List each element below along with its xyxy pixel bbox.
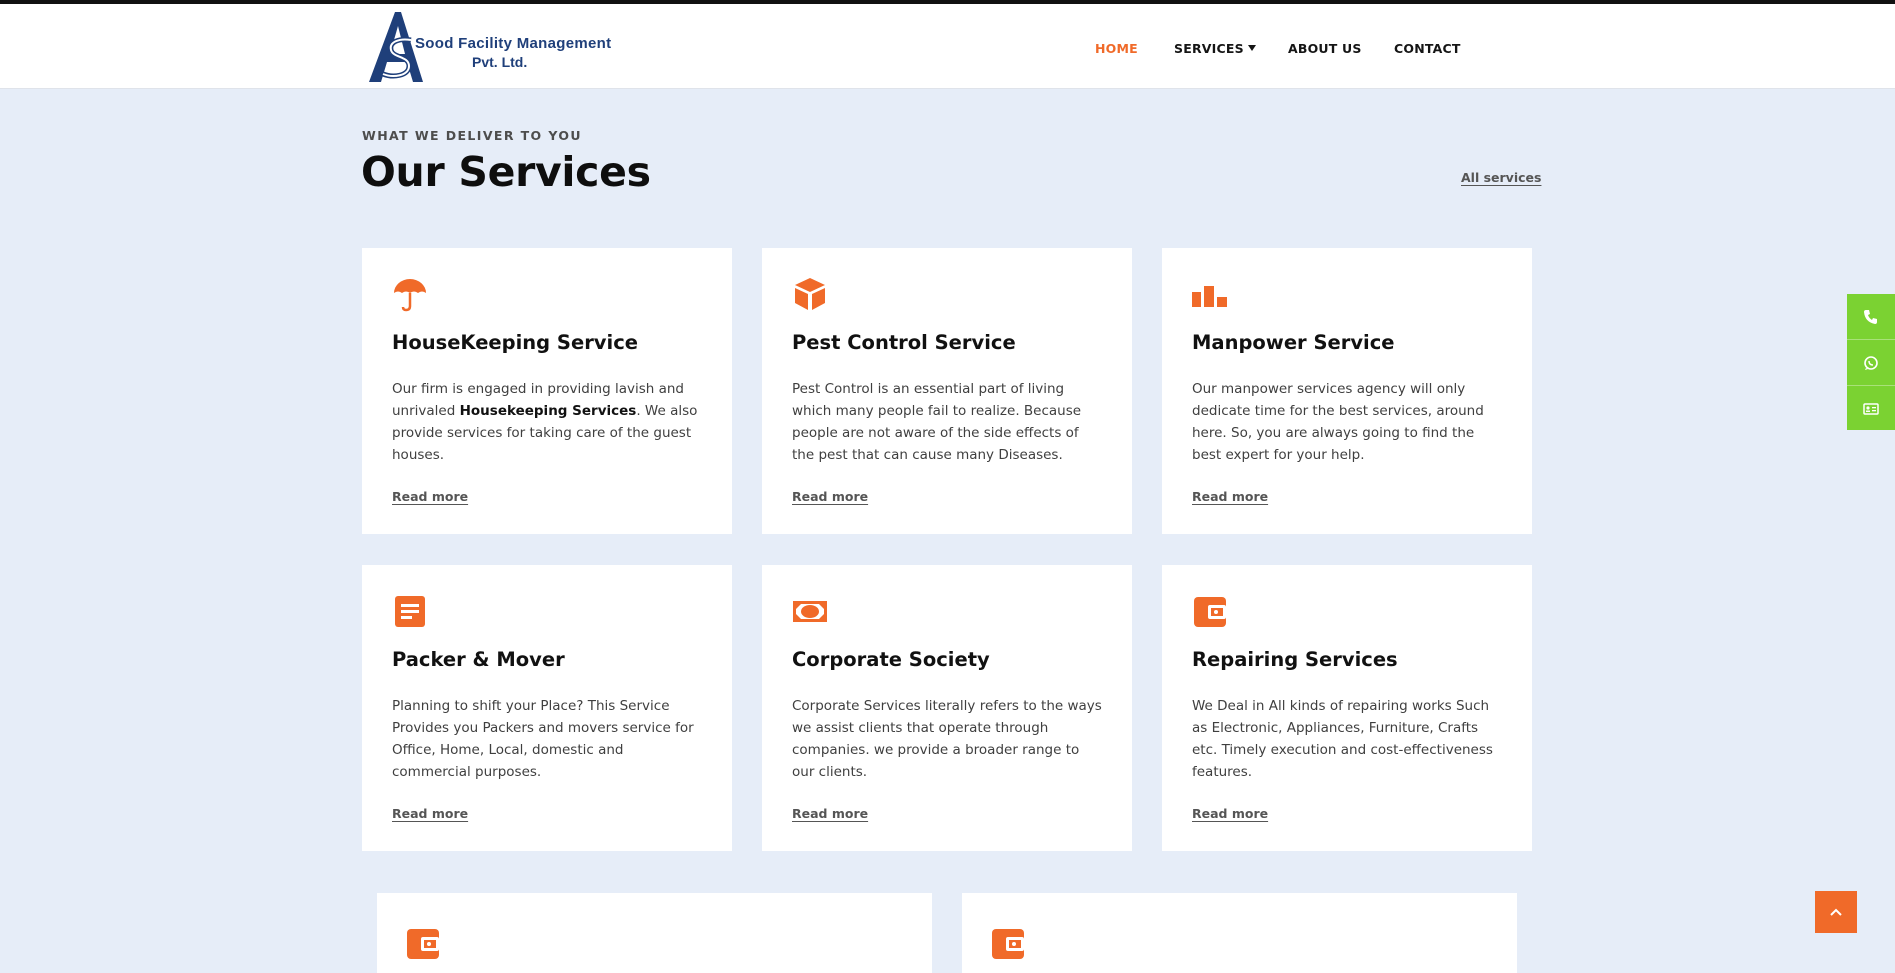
umbrella-icon xyxy=(394,279,426,312)
wallet-icon xyxy=(407,929,439,959)
service-description: Planning to shift your Place? This Servi… xyxy=(392,698,694,780)
brand-suffix: Pvt. Ltd. xyxy=(472,54,528,70)
caret-down-icon xyxy=(1247,45,1256,51)
read-more-link[interactable]: Read more xyxy=(392,489,468,504)
whatsapp-button[interactable] xyxy=(1847,340,1895,385)
chevron-up-icon xyxy=(1830,908,1842,916)
service-description: We Deal in All kinds of repairing works … xyxy=(1192,698,1493,780)
service-card: Pest Control Service Pest Control is an … xyxy=(762,248,1132,534)
money-icon xyxy=(793,601,827,622)
wallet-icon xyxy=(1194,597,1226,627)
brand-name: Sood Facility Management xyxy=(415,35,612,52)
read-more-link[interactable]: Read more xyxy=(1192,806,1268,821)
service-card-partial xyxy=(377,893,932,973)
service-card: Corporate Society Corporate Services lit… xyxy=(762,565,1132,851)
phone-icon xyxy=(1864,309,1877,324)
service-title: Repairing Services xyxy=(1192,648,1398,671)
service-card: Packer & Mover Planning to shift your Pl… xyxy=(362,565,732,851)
service-description: Our manpower services agency will only d… xyxy=(1192,381,1484,463)
contact-card-icon xyxy=(1863,402,1879,415)
nav-services[interactable]: SERVICES xyxy=(1174,41,1256,56)
whatsapp-icon xyxy=(1864,355,1878,370)
service-description: Corporate Services literally refers to t… xyxy=(792,698,1102,780)
service-card-partial xyxy=(962,893,1517,973)
all-services-link[interactable]: All services xyxy=(1461,170,1541,185)
phone-button[interactable] xyxy=(1847,294,1895,339)
nav-about[interactable]: ABOUT US xyxy=(1288,41,1362,56)
service-title: HouseKeeping Service xyxy=(392,331,638,354)
contact-card-button[interactable] xyxy=(1847,386,1895,431)
nav-contact[interactable]: CONTACT xyxy=(1394,41,1461,56)
service-description: Our firm is engaged in providing lavish … xyxy=(392,381,698,463)
wallet-icon xyxy=(992,929,1024,959)
document-icon xyxy=(395,596,425,627)
read-more-link[interactable]: Read more xyxy=(1192,489,1268,504)
scroll-to-top-button[interactable] xyxy=(1815,891,1857,933)
service-description: Pest Control is an essential part of liv… xyxy=(792,381,1082,463)
bar-chart-icon xyxy=(1192,286,1227,307)
logo[interactable]: Sood Facility Management Pvt. Ltd. xyxy=(365,8,611,88)
read-more-link[interactable]: Read more xyxy=(392,806,468,821)
service-title: Corporate Society xyxy=(792,648,990,671)
nav-services-label: SERVICES xyxy=(1174,41,1244,56)
service-card: HouseKeeping Service Our firm is engaged… xyxy=(362,248,732,534)
service-title: Packer & Mover xyxy=(392,648,565,671)
section-eyebrow: WHAT WE DELIVER TO YOU xyxy=(362,128,582,143)
service-card: Manpower Service Our manpower services a… xyxy=(1162,248,1532,534)
section-title: Our Services xyxy=(361,148,651,196)
nav-home[interactable]: HOME xyxy=(1095,41,1138,56)
service-title: Manpower Service xyxy=(1192,331,1395,354)
service-card: Repairing Services We Deal in All kinds … xyxy=(1162,565,1532,851)
read-more-link[interactable]: Read more xyxy=(792,489,868,504)
site-header: Sood Facility Management Pvt. Ltd. HOME … xyxy=(0,4,1895,89)
floating-contact-bar xyxy=(1847,294,1895,430)
service-title: Pest Control Service xyxy=(792,331,1016,354)
box-icon xyxy=(795,278,825,310)
read-more-link[interactable]: Read more xyxy=(792,806,868,821)
